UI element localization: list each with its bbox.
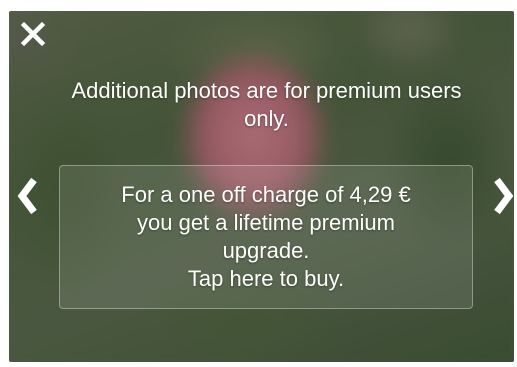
chevron-left-icon[interactable]: [16, 176, 40, 216]
premium-photo-overlay: Additional photos are for premium users …: [9, 11, 514, 362]
offer-line: For a one off charge of 4,29 €: [121, 182, 411, 207]
close-icon[interactable]: [20, 21, 46, 47]
tap-to-buy-label: Tap here to buy.: [187, 266, 345, 291]
chevron-right-icon[interactable]: [491, 176, 514, 216]
buy-premium-button[interactable]: For a one off charge of 4,29 € you get a…: [59, 165, 473, 309]
premium-headline: Additional photos are for premium users …: [71, 78, 462, 131]
offer-line: upgrade.: [222, 238, 310, 263]
offer-line: you get a lifetime premium: [137, 210, 395, 235]
